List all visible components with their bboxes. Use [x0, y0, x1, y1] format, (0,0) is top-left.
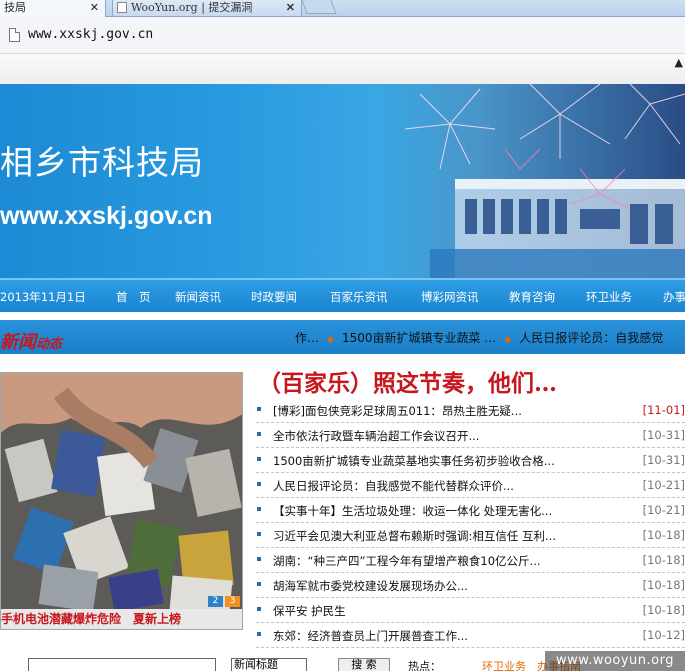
- news-title[interactable]: 东郊：经济普查员上门开展普查工作...: [273, 628, 468, 644]
- news-title[interactable]: 湖南：“种三产四”工程今年有望增产粮食10亿公斤...: [273, 553, 541, 569]
- tab-wooyun[interactable]: WooYun.org | 提交漏洞 ✕: [112, 0, 302, 17]
- bullet-icon: [257, 432, 261, 436]
- site-banner: 相乡市科技局 www.xxskj.gov.cn: [0, 84, 685, 278]
- page-icon: [117, 2, 127, 13]
- search-input[interactable]: [28, 658, 216, 671]
- bullet-icon: [257, 607, 261, 611]
- news-title[interactable]: 人民日报评论员：自我感觉不能代替群众评价...: [273, 478, 514, 494]
- main-nav: 2013年11月1日 首 页 新闻资讯 时政要闻 百家乐资讯 博彩网资讯 教育咨…: [0, 278, 685, 312]
- list-item[interactable]: 东郊：经济普查员上门开展普查工作... [10-12]: [256, 623, 685, 648]
- pager-dot[interactable]: 2: [208, 596, 223, 607]
- news-date: [10-18]: [642, 553, 685, 567]
- list-item[interactable]: 人民日报评论员：自我感觉不能代替群众评价... [10-21]: [256, 473, 685, 498]
- nav-item-baccarat[interactable]: 百家乐资讯: [330, 289, 388, 305]
- hot-label: 热点：: [408, 660, 441, 671]
- ticker-item[interactable]: 1500亩新扩城镇专业蔬菜 …: [342, 331, 496, 345]
- scroll-up-icon[interactable]: ▲: [675, 56, 683, 69]
- news-title[interactable]: [博彩]面包侠竞彩足球周五011：昂热主胜无疑...: [273, 403, 522, 419]
- news-date: [10-18]: [642, 603, 685, 617]
- site-url: www.xxskj.gov.cn: [0, 202, 213, 230]
- nav-item-politics[interactable]: 时政要闻: [251, 289, 297, 305]
- list-item[interactable]: 习近平会见澳大利亚总督布赖斯时强调:相互信任 互利... [10-18]: [256, 523, 685, 548]
- news-section-logo: 新闻动态: [0, 328, 62, 354]
- list-item[interactable]: 湖南：“种三产四”工程今年有望增产粮食10亿公斤... [10-18]: [256, 548, 685, 573]
- url-text[interactable]: www.xxskj.gov.cn: [28, 27, 153, 42]
- tab-active-label: 技局: [4, 1, 26, 14]
- close-tab-icon[interactable]: ✕: [286, 0, 295, 15]
- news-date: [10-12]: [642, 628, 685, 642]
- headline[interactable]: （百家乐）照这节奏，他们…: [258, 364, 557, 398]
- nav-date: 2013年11月1日: [0, 290, 86, 304]
- bullet-icon: [257, 582, 261, 586]
- tab-wooyun-label: WooYun.org | 提交漏洞: [131, 1, 253, 14]
- new-tab-button[interactable]: [301, 0, 337, 14]
- news-title[interactable]: 1500亩新扩城镇专业蔬菜基地实事任务初步验收合格...: [273, 453, 555, 469]
- bullet-icon: [257, 407, 261, 411]
- tab-active[interactable]: 技局 ✕: [0, 0, 106, 17]
- news-logo-main: 新闻: [0, 332, 36, 353]
- nav-item-lottery[interactable]: 博彩网资讯: [421, 289, 479, 305]
- arrow-icon: ◆: [504, 335, 512, 345]
- list-item[interactable]: 保平安 护民生 [10-18]: [256, 598, 685, 623]
- slide-pager: 23: [206, 588, 240, 607]
- news-ticker-bar: 新闻动态 作… ◆ 1500亩新扩城镇专业蔬菜 … ◆ 人民日报评论员：自我感觉: [0, 320, 685, 354]
- page-icon: [9, 28, 20, 42]
- search-button[interactable]: 搜 索: [338, 658, 390, 671]
- list-item[interactable]: 胡海军就市委党校建设发展现场办公... [10-18]: [256, 573, 685, 598]
- news-title[interactable]: 全市依法行政暨车辆治超工作会议召开...: [273, 428, 479, 444]
- bullet-icon: [257, 532, 261, 536]
- address-bar[interactable]: www.xxskj.gov.cn: [0, 17, 685, 54]
- site-title: 相乡市科技局: [0, 143, 204, 182]
- bullet-icon: [257, 557, 261, 561]
- nav-item-news[interactable]: 新闻资讯: [175, 289, 221, 305]
- bullet-icon: [257, 482, 261, 486]
- ticker-item[interactable]: 人民日报评论员：自我感觉: [519, 331, 663, 345]
- news-date: [10-31]: [642, 428, 685, 442]
- watermark: www.wooyun.org: [545, 651, 685, 671]
- news-ticker: 作… ◆ 1500亩新扩城镇专业蔬菜 … ◆ 人民日报评论员：自我感觉: [295, 329, 663, 346]
- feature-photo[interactable]: 23 手机电池潜藏爆炸危险 夏新上榜: [0, 372, 243, 630]
- nav-item-services[interactable]: 办事: [663, 289, 685, 305]
- page-top-strip: ▲: [0, 54, 685, 84]
- news-title[interactable]: 保平安 护民生: [273, 603, 346, 619]
- bullet-icon: [257, 457, 261, 461]
- list-item[interactable]: [博彩]面包侠竞彩足球周五011：昂热主胜无疑... [11-01]: [256, 398, 685, 423]
- news-title[interactable]: 胡海军就市委党校建设发展现场办公...: [273, 578, 468, 594]
- news-date: [11-01]: [642, 403, 685, 417]
- news-date: [10-21]: [642, 478, 685, 492]
- ticker-item[interactable]: 作…: [295, 331, 319, 345]
- list-item[interactable]: 【实事十年】生活垃圾处理：收运一体化 处理无害化... [10-21]: [256, 498, 685, 523]
- pager-dot[interactable]: 3: [225, 596, 240, 607]
- search-field-select[interactable]: 新闻标题: [231, 658, 307, 671]
- tab-strip: 技局 ✕ WooYun.org | 提交漏洞 ✕: [0, 0, 685, 17]
- list-item[interactable]: 全市依法行政暨车辆治超工作会议召开... [10-31]: [256, 423, 685, 448]
- news-date: [10-18]: [642, 528, 685, 542]
- nav-item-home[interactable]: 首 页: [116, 289, 151, 305]
- news-date: [10-18]: [642, 578, 685, 592]
- news-title[interactable]: 【实事十年】生活垃圾处理：收运一体化 处理无害化...: [273, 503, 552, 519]
- news-date: [10-21]: [642, 503, 685, 517]
- news-list: [博彩]面包侠竞彩足球周五011：昂热主胜无疑... [11-01] 全市依法行政…: [256, 398, 685, 648]
- list-item[interactable]: 1500亩新扩城镇专业蔬菜基地实事任务初步验收合格... [10-31]: [256, 448, 685, 473]
- news-date: [10-31]: [642, 453, 685, 467]
- news-title[interactable]: 习近平会见澳大利亚总督布赖斯时强调:相互信任 互利...: [273, 528, 556, 544]
- nav-item-sanitation[interactable]: 环卫业务: [586, 289, 632, 305]
- close-tab-icon[interactable]: ✕: [90, 0, 99, 15]
- arrow-icon: ◆: [327, 335, 334, 345]
- bullet-icon: [257, 632, 261, 636]
- bullet-icon: [257, 507, 261, 511]
- browser-window: 技局 ✕ WooYun.org | 提交漏洞 ✕ www.xxskj.gov.c…: [0, 0, 685, 671]
- feature-caption[interactable]: 手机电池潜藏爆炸危险 夏新上榜: [1, 609, 242, 629]
- nav-item-education[interactable]: 教育咨询: [509, 289, 555, 305]
- news-logo-small: 动态: [36, 337, 63, 352]
